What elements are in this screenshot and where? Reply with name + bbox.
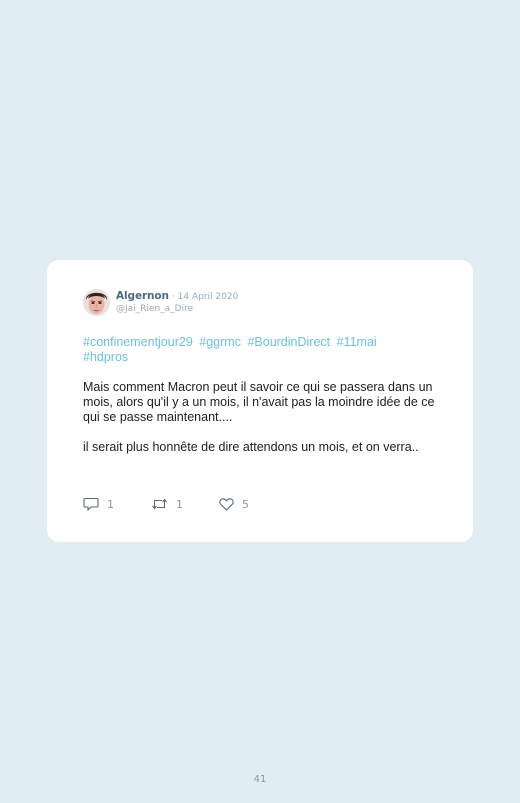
name-row: Algernon · 14 April 2020 [116,291,238,302]
like-button[interactable]: 5 [219,498,249,511]
page: Algernon · 14 April 2020 @Jai_Rien_a_Dir… [0,0,520,803]
hashtag-link[interactable]: #11mai [337,335,377,349]
author-handle[interactable]: @Jai_Rien_a_Dire [116,305,238,314]
avatar[interactable] [83,289,110,316]
tweet-card[interactable]: Algernon · 14 April 2020 @Jai_Rien_a_Dir… [47,260,473,542]
hashtag-link[interactable]: #BourdinDirect [247,335,330,349]
like-count: 5 [242,497,249,511]
hashtag-link[interactable]: #ggrmc [199,335,241,349]
author-name[interactable]: Algernon [116,291,169,302]
retweet-count: 1 [176,497,183,511]
tweet-body: Mais comment Macron peut il savoir ce qu… [83,380,443,470]
reply-count: 1 [107,497,114,511]
tweet-date[interactable]: · 14 April 2020 [172,293,238,302]
user-block: Algernon · 14 April 2020 @Jai_Rien_a_Dir… [116,289,238,314]
hashtag-link[interactable]: #hdpros [83,350,128,364]
reply-icon [83,497,99,511]
retweet-button[interactable]: 1 [151,497,219,511]
reply-button[interactable]: 1 [83,497,151,511]
tweet-paragraph: Mais comment Macron peut il savoir ce qu… [83,380,435,424]
hashtags: #confinementjour29 #ggrmc #BourdinDirect… [83,335,413,365]
user-avatar-icon [83,289,110,316]
tweet-header: Algernon · 14 April 2020 @Jai_Rien_a_Dir… [83,289,238,316]
retweet-icon [152,498,167,510]
heart-icon [219,497,234,511]
page-number: 41 [253,774,267,785]
tweet-actions: 1 1 5 [83,497,249,511]
tweet-paragraph: il serait plus honnête de dire attendons… [83,440,419,454]
hashtag-link[interactable]: #confinementjour29 [83,335,193,349]
